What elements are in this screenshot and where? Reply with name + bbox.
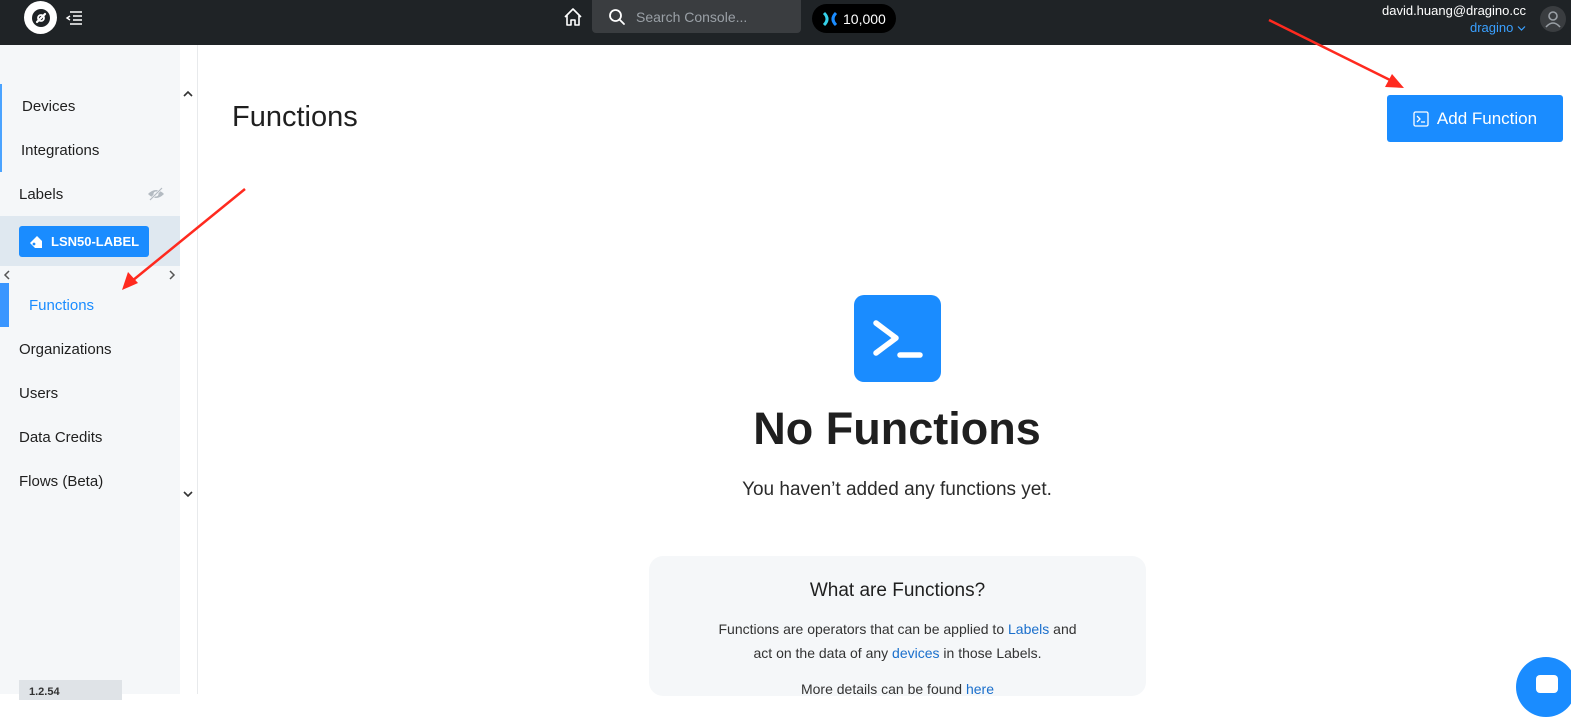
sidebar-item-label: Organizations xyxy=(19,340,112,358)
sidebar-item-label: Integrations xyxy=(21,141,100,159)
search-box[interactable] xyxy=(592,0,801,33)
org-name: dragino xyxy=(1470,20,1514,35)
chevron-up-icon xyxy=(183,90,193,97)
user-email[interactable]: david.huang@dragino.cc xyxy=(1382,3,1526,18)
info-line-3: More details can be found here xyxy=(649,681,1146,697)
page-title: Functions xyxy=(232,101,358,133)
search-input[interactable] xyxy=(636,8,786,25)
info-title: What are Functions? xyxy=(809,580,986,601)
nav-indicator xyxy=(0,84,2,128)
devices-link[interactable]: devices xyxy=(892,645,939,661)
sidebar-divider xyxy=(197,45,198,694)
add-function-label: Add Function xyxy=(1436,108,1538,128)
empty-state-subtitle: You haven’t added any functions yet. xyxy=(742,479,1052,500)
home-icon[interactable] xyxy=(562,6,584,28)
terminal-icon xyxy=(854,295,941,382)
sidebar-item-devices[interactable]: Devices xyxy=(0,84,180,128)
here-link[interactable]: here xyxy=(966,681,994,697)
sidebar-item-organizations[interactable]: Organizations xyxy=(0,327,180,371)
info-text: and xyxy=(1049,621,1077,637)
labels-link[interactable]: Labels xyxy=(1008,621,1049,637)
helium-logo[interactable] xyxy=(24,1,57,34)
horizontal-scrollbar[interactable] xyxy=(0,266,180,282)
info-text: act on the data of any xyxy=(753,645,893,661)
top-bar: 10,000 david.huang@dragino.cc dragino xyxy=(0,0,1571,45)
sidebar-item-label: Labels xyxy=(19,185,64,203)
avatar[interactable] xyxy=(1540,6,1566,32)
chevron-down-icon xyxy=(1517,26,1526,31)
version-text: 1.2.54 xyxy=(29,686,60,698)
nav-indicator xyxy=(0,128,2,172)
menu-toggle-icon[interactable] xyxy=(65,9,83,27)
sidebar-item-integrations[interactable]: Integrations xyxy=(0,128,180,172)
nav-active-indicator xyxy=(0,283,9,327)
chevron-right-icon xyxy=(169,270,176,280)
search-icon xyxy=(609,8,625,25)
sidebar-item-functions[interactable]: Functions xyxy=(0,283,180,327)
info-text: Functions are operators that can be appl… xyxy=(718,621,1008,637)
sidebar-item-label: Functions xyxy=(29,296,95,314)
sidebar-item-label: Devices xyxy=(22,97,76,115)
org-switcher[interactable]: dragino xyxy=(1470,20,1526,35)
data-credits-badge[interactable]: 10,000 xyxy=(812,4,896,33)
info-text: More details can be found xyxy=(800,681,966,697)
version-badge: 1.2.54 xyxy=(19,680,122,700)
info-text: in those Labels. xyxy=(939,645,1042,661)
label-chip-text: LSN50-LABEL xyxy=(51,234,140,249)
data-credits-icon xyxy=(822,11,838,26)
info-line-1: Functions are operators that can be appl… xyxy=(649,621,1146,637)
user-icon xyxy=(1545,11,1561,28)
tag-icon xyxy=(30,235,42,248)
sidebar-item-labels[interactable]: Labels xyxy=(0,172,180,216)
chat-icon xyxy=(1536,675,1558,693)
info-line-2: act on the data of any devices in those … xyxy=(649,645,1146,661)
sidebar-item-label: Users xyxy=(19,384,59,402)
add-function-button[interactable]: Add Function xyxy=(1387,95,1563,142)
label-chip[interactable]: LSN50-LABEL xyxy=(19,226,149,257)
chevron-left-icon xyxy=(3,270,10,280)
chat-launcher-button[interactable] xyxy=(1516,657,1571,717)
helium-logo-icon xyxy=(31,8,50,27)
info-panel: What are Functions? Functions are operat… xyxy=(649,556,1146,697)
data-credits-count: 10,000 xyxy=(843,10,886,27)
eye-hidden-icon[interactable] xyxy=(147,187,165,201)
empty-state-title: No Functions xyxy=(753,403,1041,454)
terminal-icon xyxy=(1413,110,1429,127)
